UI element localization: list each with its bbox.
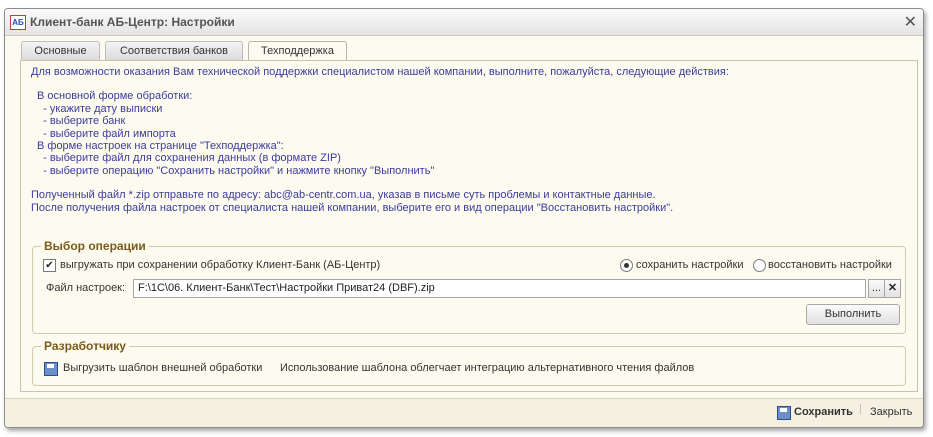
app-icon: АБ (10, 15, 26, 30)
file-label: Файл настроек: (46, 282, 126, 294)
tab-content-support: Для возможности оказания Вам технической… (20, 60, 918, 392)
title-bar: АБ Клиент-банк АБ-Центр: Настройки ✕ (5, 9, 923, 36)
close-icon[interactable]: ✕ (904, 12, 917, 32)
export-template-hint: Использование шаблона облегчает интеграц… (280, 362, 695, 374)
info-line: Полученный файл *.zip отправьте по адрес… (31, 189, 656, 202)
footer-divider: | (859, 403, 862, 415)
info-line: - выберите файл импорта (37, 127, 176, 140)
info-line: - выберите операцию "Сохранить настройки… (37, 164, 435, 177)
settings-window: АБ Клиент-банк АБ-Центр: Настройки ✕ Осн… (4, 8, 924, 428)
browse-button[interactable]: ... (868, 279, 885, 298)
info-line: После получения файла настроек от специа… (31, 201, 674, 214)
radio-restore-settings[interactable] (753, 259, 766, 272)
operation-group: Выбор операции ✔ выгружать при сохранени… (32, 239, 906, 334)
radio-selected-dot (624, 263, 629, 268)
info-line: В основной форме обработки: (37, 90, 193, 103)
export-template-link[interactable]: Выгрузить шаблон внешней обработки (63, 362, 262, 374)
disk-icon (44, 362, 58, 376)
save-button[interactable]: Сохранить (794, 406, 853, 418)
clear-icon[interactable]: ✕ (884, 279, 901, 298)
settings-file-input[interactable]: F:\1C\06. Клиент-Банк\Тест\Настройки При… (133, 279, 866, 298)
close-button[interactable]: Закрыть (870, 406, 912, 418)
support-instructions: Для возможности оказания Вам технической… (31, 66, 729, 214)
info-line: В форме настроек на странице "Техподдерж… (37, 140, 284, 153)
tab-support[interactable]: Техподдержка (248, 41, 347, 61)
tab-bank-mapping[interactable]: Соответствия банков (105, 41, 243, 60)
info-line: - выберите банк (37, 115, 126, 128)
save-icon (777, 406, 791, 420)
export-checkbox[interactable]: ✔ (43, 259, 56, 272)
radio-save-label: сохранить настройки (636, 259, 744, 271)
radio-restore-label: восстановить настройки (768, 259, 892, 271)
developer-group: Разработчику Выгрузить шаблон внешней об… (32, 339, 906, 386)
operation-group-title: Выбор операции (41, 239, 149, 253)
info-line: Для возможности оказания Вам технической… (31, 66, 729, 78)
export-checkbox-label: выгружать при сохранении обработку Клиен… (60, 259, 381, 271)
execute-button[interactable]: Выполнить (806, 304, 900, 325)
tab-main[interactable]: Основные (21, 41, 100, 60)
info-line: - укажите дату выписки (37, 102, 163, 115)
developer-group-title: Разработчику (41, 339, 129, 353)
footer-bar: Сохранить | Закрыть (5, 398, 923, 427)
info-line: - выберите файл для сохранения данных (в… (37, 152, 341, 165)
radio-save-settings[interactable] (620, 259, 633, 272)
window-title: Клиент-банк АБ-Центр: Настройки (30, 15, 235, 29)
